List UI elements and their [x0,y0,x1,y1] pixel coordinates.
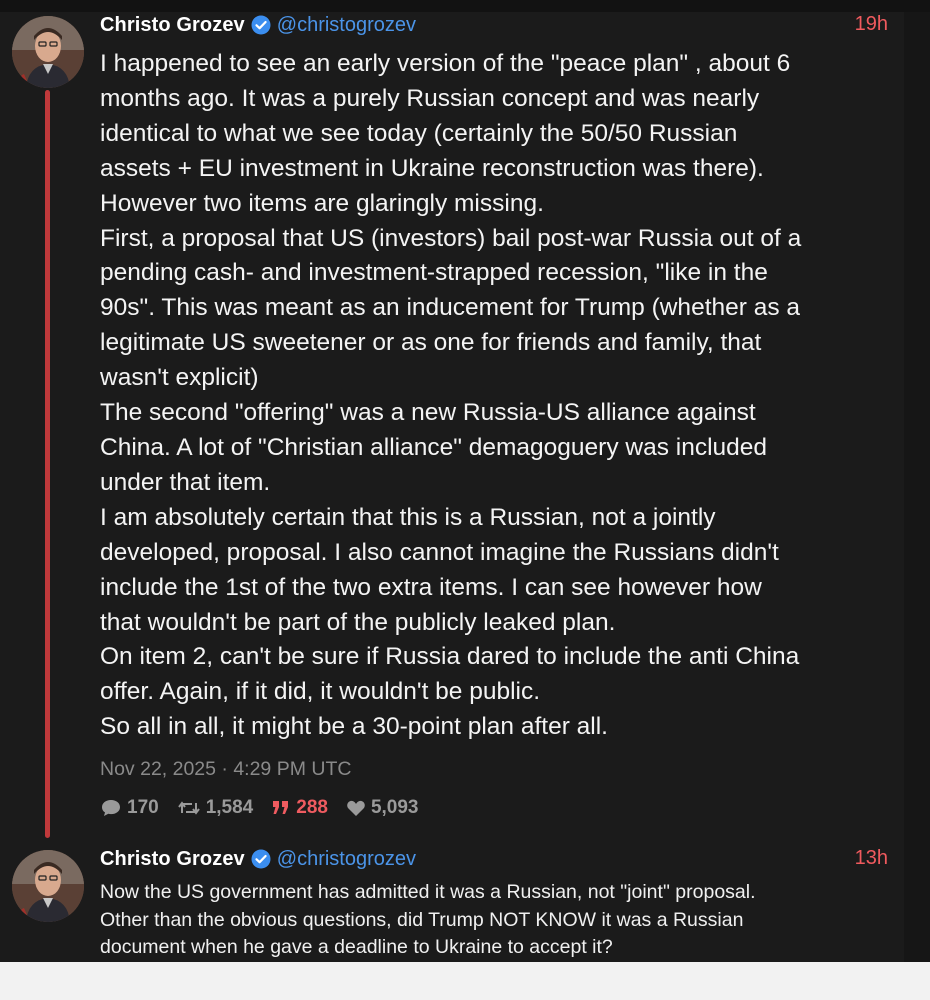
post-line: So all in all, it might be a 30-point pl… [100,713,608,741]
post-line: wasn't explicit) [100,364,259,392]
author-name[interactable]: Christo Grozev [100,14,245,37]
post-timestamp[interactable]: Nov 22, 2025 · 4:29 PM UTC [100,758,890,781]
scrollbar-track[interactable] [904,12,930,962]
repost-arrows-icon [177,799,201,817]
quote-count: 288 [296,797,328,819]
avatar-portrait-icon [12,16,84,88]
reply-button[interactable]: 170 [100,797,159,819]
like-button[interactable]: 5,093 [346,797,419,819]
post-line: assets + EU investment in Ukraine recons… [100,154,764,182]
verified-badge-icon [251,849,271,869]
quote-marks-icon [271,799,291,817]
avatar[interactable] [12,16,84,88]
post-line: On item 2, can't be sure if Russia dared… [100,643,800,671]
post-actions: 170 1,584 288 5,093 [100,797,890,819]
post-line: legitimate US sweetener or as one for fr… [100,329,762,357]
post-line: However two items are glaringly missing. [100,189,544,217]
speech-bubble-icon [100,798,122,818]
post-line: Other than the obvious questions, did Tr… [100,908,744,931]
avatar-portrait-icon [12,850,84,922]
post-line: developed, proposal. I also cannot imagi… [100,538,779,566]
post-line: identical to what we see today (certainl… [100,119,738,147]
post-line: pending cash- and investment-strapped re… [100,259,768,287]
repost-count: 1,584 [205,797,254,819]
post-line: First, a proposal that US (investors) ba… [100,224,802,252]
post-line: China. A lot of "Christian alliance" dem… [100,433,768,461]
post-time[interactable]: 13h [855,847,888,870]
post-line: under that item. [100,468,271,496]
repost-button[interactable]: 1,584 [177,797,254,819]
post-line: Now the US government has admitted it wa… [100,881,756,903]
like-count: 5,093 [370,797,419,819]
post-line: offer. Again, if it did, it wouldn't be … [100,678,541,706]
post-line: that wouldn't be part of the publicly le… [100,608,616,636]
post-text: I happened to see an early version of th… [100,47,890,745]
reply-count: 170 [127,797,159,819]
post-header: Christo Grozev @christogrozev 19h [100,12,890,38]
post-reply[interactable]: Christo Grozev @christogrozev 13h Now th… [100,846,890,962]
post-header: Christo Grozev @christogrozev 13h [100,846,890,872]
post-time[interactable]: 19h [855,13,888,36]
post-line: document when he gave a deadline to Ukra… [100,936,613,958]
author-handle[interactable]: @christogrozev [277,848,416,871]
post-text: Now the US government has admitted it wa… [100,879,890,962]
post-line: include the 1st of the two extra items. … [100,573,762,601]
post-main[interactable]: Christo Grozev @christogrozev 19h I happ… [100,12,890,819]
author-handle[interactable]: @christogrozev [277,14,416,37]
post-line: I happened to see an early version of th… [100,50,791,77]
post-line: 90s". This was meant as an inducement fo… [100,294,801,322]
post-line: I am absolutely certain that this is a R… [100,503,716,531]
verified-badge-icon [251,15,271,35]
quote-button[interactable]: 288 [271,797,328,819]
top-bar [0,0,930,12]
author-name[interactable]: Christo Grozev [100,848,245,871]
heart-icon [346,799,366,817]
post-line: months ago. It was a purely Russian conc… [100,84,760,112]
thread-connector-line [45,90,50,838]
timeline-screen: Christo Grozev @christogrozev 19h I happ… [0,0,930,962]
post-line: The second "offering" was a new Russia-U… [100,399,756,427]
avatar[interactable] [12,850,84,922]
